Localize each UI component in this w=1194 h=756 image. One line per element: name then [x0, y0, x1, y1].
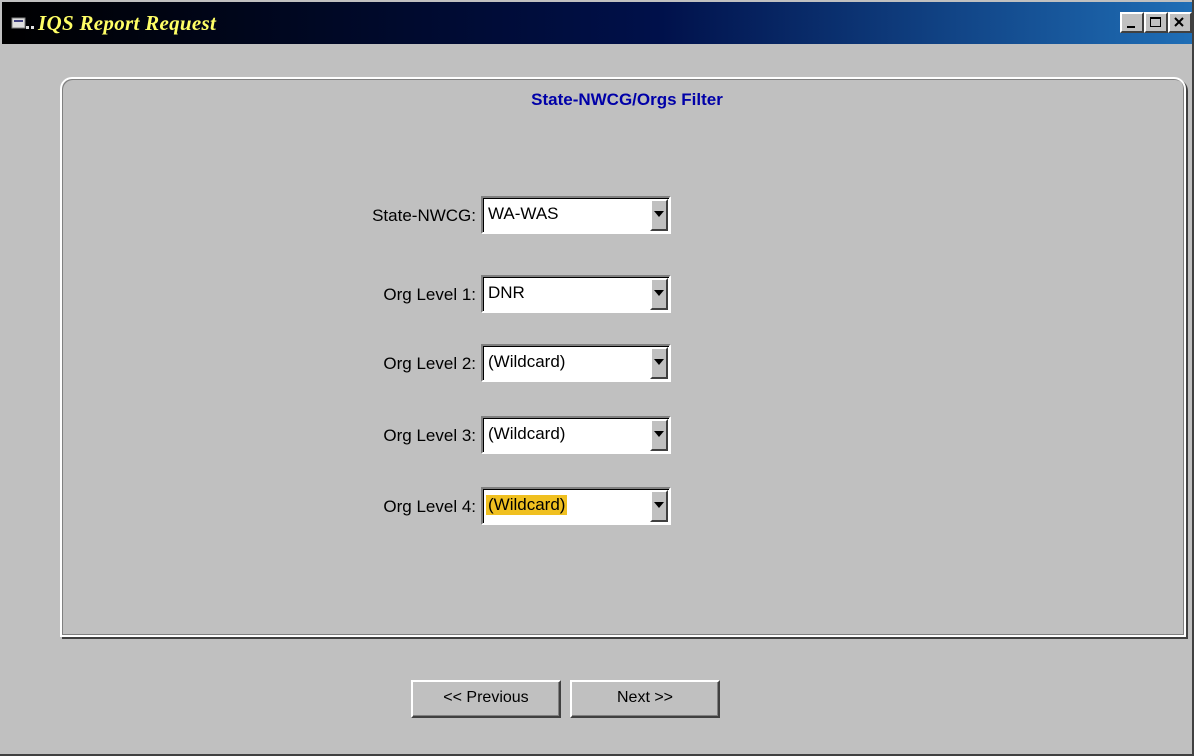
- window-title: IQS Report Request: [38, 11, 217, 35]
- org-level-2-label: Org Level 2:: [383, 354, 476, 373]
- org-level-4-dropdown-button[interactable]: [650, 490, 668, 522]
- chevron-down-icon: [654, 290, 664, 296]
- org-level-2-value: (Wildcard): [488, 352, 566, 371]
- org-level-1-combo[interactable]: DNR: [481, 275, 671, 313]
- next-button[interactable]: Next >>: [570, 680, 720, 718]
- chevron-down-icon: [654, 502, 664, 508]
- state-nwcg-dropdown-button[interactable]: [650, 199, 668, 231]
- org-level-1-value: DNR: [488, 283, 525, 302]
- state-nwcg-value: WA-WAS: [488, 204, 559, 223]
- minimize-button[interactable]: [1120, 12, 1144, 33]
- org-level-3-dropdown-button[interactable]: [650, 419, 668, 451]
- org-level-2-dropdown-button[interactable]: [650, 347, 668, 379]
- app-icon[interactable]: [11, 15, 35, 31]
- org-level-4-label: Org Level 4:: [383, 497, 476, 516]
- maximize-icon: [1150, 17, 1161, 27]
- previous-button[interactable]: << Previous: [411, 680, 561, 718]
- close-icon: [1174, 17, 1184, 27]
- chevron-down-icon: [654, 431, 664, 437]
- maximize-button[interactable]: [1144, 12, 1168, 33]
- state-nwcg-combo[interactable]: WA-WAS: [481, 196, 671, 234]
- org-level-4-value: (Wildcard): [486, 495, 568, 515]
- close-button[interactable]: [1168, 12, 1192, 33]
- state-nwcg-label: State-NWCG:: [372, 206, 476, 225]
- panel-title: State-NWCG/Orgs Filter: [531, 90, 723, 109]
- chevron-down-icon: [654, 359, 664, 365]
- org-level-4-combo[interactable]: (Wildcard): [481, 487, 671, 525]
- org-level-3-label: Org Level 3:: [383, 426, 476, 445]
- chevron-down-icon: [654, 211, 664, 217]
- org-level-2-combo[interactable]: (Wildcard): [481, 344, 671, 382]
- minimize-icon: [1127, 26, 1135, 28]
- org-level-1-dropdown-button[interactable]: [650, 278, 668, 310]
- org-level-1-label: Org Level 1:: [383, 285, 476, 304]
- title-bar[interactable]: IQS Report Request: [2, 2, 1192, 44]
- org-level-3-combo[interactable]: (Wildcard): [481, 416, 671, 454]
- org-level-3-value: (Wildcard): [488, 424, 566, 443]
- report-request-window: IQS Report Request State-NWCG/Orgs Filte…: [0, 0, 1194, 756]
